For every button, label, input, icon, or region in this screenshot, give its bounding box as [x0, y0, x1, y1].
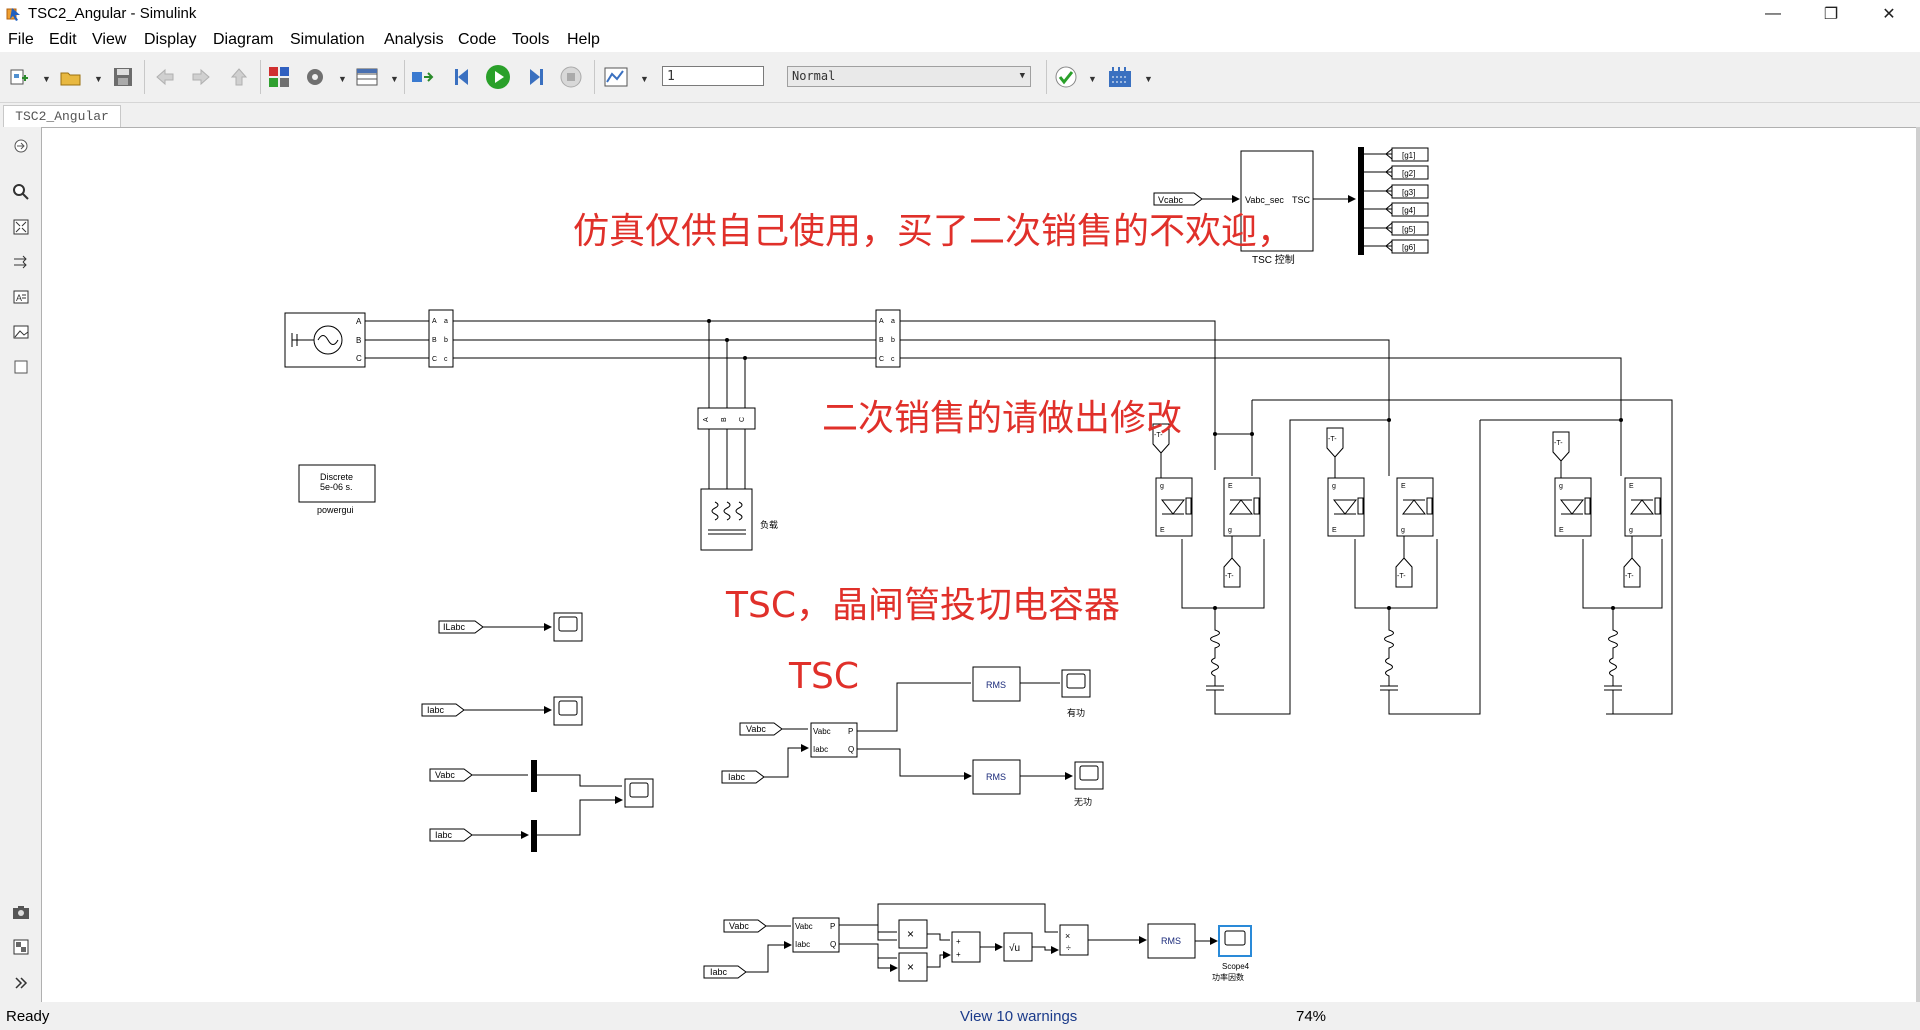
config-dropdown-icon[interactable]: ▼: [338, 74, 347, 84]
screenshot-icon[interactable]: [10, 901, 32, 923]
arrows-icon[interactable]: [10, 251, 32, 273]
tab-tsc2-angular[interactable]: TSC2_Angular: [3, 105, 121, 127]
stop-time-input[interactable]: 1: [662, 66, 764, 86]
chevron-down-icon: ▼: [1019, 71, 1025, 81]
new-model-icon[interactable]: [6, 64, 32, 90]
svg-text:A: A: [16, 293, 22, 303]
model-config-icon[interactable]: [302, 64, 328, 90]
advisor-dropdown-icon[interactable]: ▼: [1088, 74, 1097, 84]
watermark-text-3: TSC，晶闸管投切电容器: [726, 585, 1120, 626]
stop-icon[interactable]: [558, 64, 584, 90]
open-icon[interactable]: [58, 64, 84, 90]
menu-file[interactable]: File: [8, 31, 34, 49]
simulation-mode-select[interactable]: Normal ▼: [787, 66, 1031, 87]
update-diagram-icon[interactable]: [410, 64, 436, 90]
save-icon[interactable]: [110, 64, 136, 90]
simulink-app-icon: [6, 8, 20, 21]
menu-help[interactable]: Help: [567, 31, 600, 49]
menu-simulation[interactable]: Simulation: [290, 31, 365, 49]
step-back-icon[interactable]: [450, 64, 476, 90]
model-browser-icon[interactable]: [10, 936, 32, 958]
area-icon[interactable]: [10, 356, 32, 378]
vertical-scrollbar[interactable]: [1916, 127, 1920, 1002]
simulation-mode-value: Normal: [792, 69, 836, 83]
open-dropdown-icon[interactable]: ▼: [94, 74, 103, 84]
title-bar: TSC2_Angular - Simulink — ❐ ✕: [0, 0, 1920, 28]
status-ready: Ready: [6, 1008, 50, 1025]
menu-edit[interactable]: Edit: [49, 31, 77, 49]
library-browser-icon[interactable]: [266, 64, 292, 90]
build-icon[interactable]: [1107, 64, 1133, 90]
build-dropdown-icon[interactable]: ▼: [1144, 74, 1153, 84]
menu-diagram[interactable]: Diagram: [213, 31, 273, 49]
step-forward-icon[interactable]: [522, 64, 548, 90]
restore-button[interactable]: ❐: [1802, 0, 1860, 28]
window-title: TSC2_Angular - Simulink: [28, 5, 197, 22]
model-canvas[interactable]: [41, 127, 1920, 1003]
run-icon[interactable]: [485, 64, 511, 90]
minimize-button[interactable]: —: [1744, 0, 1802, 28]
expand-palette-icon[interactable]: [10, 972, 32, 994]
view-warnings-link[interactable]: View 10 warnings: [960, 1008, 1077, 1025]
watermark-text-2: 二次销售的请做出修改: [822, 398, 1183, 439]
model-explorer-icon[interactable]: [354, 64, 380, 90]
watermark-text-4: TSC: [789, 656, 859, 697]
hide-explorer-icon[interactable]: [10, 135, 32, 157]
new-dropdown-icon[interactable]: ▼: [42, 74, 51, 84]
canvas-palette: A: [0, 127, 40, 1002]
data-inspector-icon[interactable]: [603, 64, 629, 90]
image-icon[interactable]: [10, 321, 32, 343]
explorer-dropdown-icon[interactable]: ▼: [390, 74, 399, 84]
menu-bar: File Edit View Display Diagram Simulatio…: [0, 28, 1920, 52]
menu-view[interactable]: View: [92, 31, 126, 49]
close-button[interactable]: ✕: [1860, 0, 1918, 28]
menu-analysis[interactable]: Analysis: [384, 31, 444, 49]
annotation-icon[interactable]: A: [10, 286, 32, 308]
up-icon[interactable]: [226, 64, 252, 90]
fit-view-icon[interactable]: [10, 216, 32, 238]
watermark-text-1: 仿真仅供自己使用，买了二次销售的不欢迎，: [573, 211, 1294, 252]
inspector-dropdown-icon[interactable]: ▼: [640, 74, 649, 84]
zoom-icon[interactable]: [10, 181, 32, 203]
back-icon[interactable]: [152, 64, 178, 90]
menu-code[interactable]: Code: [458, 31, 496, 49]
forward-icon[interactable]: [188, 64, 214, 90]
menu-display[interactable]: Display: [144, 31, 196, 49]
status-bar: Ready View 10 warnings 74%: [0, 1002, 1920, 1030]
zoom-level: 74%: [1296, 1008, 1327, 1025]
model-tab-strip: TSC2_Angular: [0, 103, 1920, 127]
menu-tools[interactable]: Tools: [512, 31, 549, 49]
model-advisor-icon[interactable]: [1053, 64, 1079, 90]
